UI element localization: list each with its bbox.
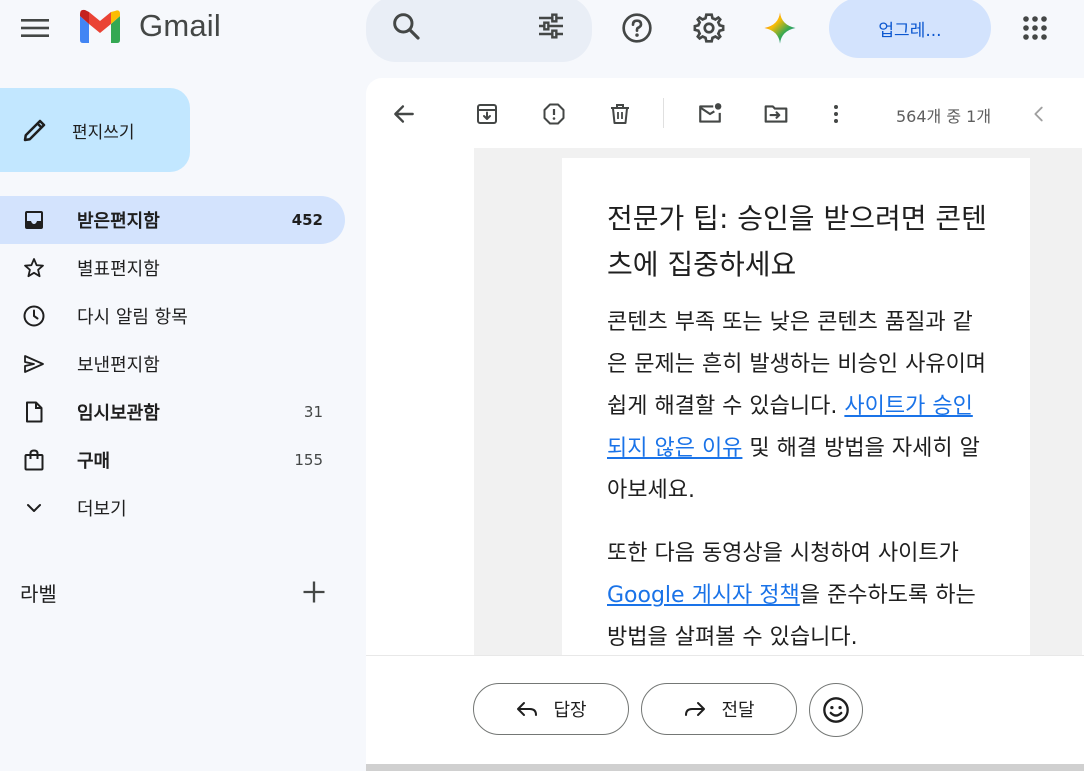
email-headline: 전문가 팁: 승인을 받으려면 콘텐츠에 집중하세요 [607,202,987,281]
sidebar-item-snoozed[interactable]: 다시 알림 항목 [0,292,345,340]
paragraph-text: 또한 다음 동영상을 시청하여 사이트가 [607,541,959,566]
publisher-policy-link[interactable]: Google 게시자 정책 [607,583,800,608]
sidebar-item-label: 더보기 [77,499,127,520]
smiley-icon [823,697,849,723]
sidebar-item-purchases[interactable]: 구매 155 [0,436,345,484]
draft-icon [26,401,43,423]
upgrade-button[interactable]: 업그레... [829,0,991,58]
compose-button[interactable]: 편지쓰기 [0,88,190,172]
mark-unread-icon [699,103,722,123]
search-options-icon[interactable] [535,10,567,42]
apps-grid-icon [1023,16,1047,40]
move-to-button[interactable] [756,94,796,134]
labels-header: 라벨 [20,582,57,606]
trash-icon [611,104,629,124]
reply-icon [517,702,538,716]
sidebar-item-label: 임시보관함 [77,403,160,424]
more-actions-button[interactable] [816,94,856,134]
sidebar-item-label: 별표편지함 [77,259,160,280]
help-button[interactable] [615,6,659,50]
pagination-text: 564개 중 1개 [896,107,992,126]
top-bar: Gmail 업그레... [0,0,1084,62]
reply-button[interactable]: 답장 [473,683,629,735]
sidebar-item-inbox[interactable]: 받은편지함 452 [0,196,345,244]
reply-label: 답장 [553,700,587,721]
pencil-icon [23,119,46,142]
sidebar-item-starred[interactable]: 별표편지함 [0,244,345,292]
send-icon [24,355,44,373]
add-label-icon[interactable] [300,578,328,606]
sidebar-nav: 받은편지함 452 별표편지함 다시 알림 항목 보낸편지함 임시보관함 31 … [0,196,345,532]
clock-icon [23,305,45,327]
gemini-sparkle-icon [764,12,796,44]
sidebar-item-label: 다시 알림 항목 [77,307,188,328]
message-body: 전문가 팁: 승인을 받으려면 콘텐츠에 집중하세요 콘텐츠 부족 또는 낮은 … [366,148,1084,655]
sidebar-item-sent[interactable]: 보낸편지함 [0,340,345,388]
gmail-m-icon [80,9,120,43]
forward-icon [685,702,706,716]
back-button[interactable] [384,94,424,134]
horizontal-scrollbar[interactable] [366,764,1084,771]
compose-label: 편지쓰기 [72,122,135,143]
forward-label: 전달 [721,700,755,721]
hamburger-menu-icon [21,19,49,37]
sidebar-item-label: 보낸편지함 [77,355,160,376]
email-paragraph-1: 콘텐츠 부족 또는 낮은 콘텐츠 품질과 같은 문제는 흔히 발생하는 비승인 … [607,302,987,512]
delete-button[interactable] [600,94,640,134]
main-menu-button[interactable] [11,4,59,52]
star-icon [24,258,44,278]
gmail-logo-text: Gmail [139,8,221,43]
reply-actions: 답장 전달 [366,655,1084,771]
forward-button[interactable]: 전달 [641,683,797,735]
emoji-reaction-button[interactable] [809,683,863,737]
arrow-back-icon [394,105,414,123]
report-spam-button[interactable] [534,94,574,134]
report-icon [543,103,565,125]
sidebar-item-label: 받은편지함 [77,211,160,232]
sidebar-item-drafts[interactable]: 임시보관함 31 [0,388,345,436]
item-count: 31 [303,403,323,421]
search-icon[interactable] [390,10,422,42]
more-vert-icon [834,105,838,123]
settings-button[interactable] [687,6,731,50]
apps-button[interactable] [1013,6,1057,50]
inbox-icon [25,211,43,229]
gear-icon [693,13,725,43]
shopping-bag-icon [24,449,44,471]
help-icon [622,13,652,43]
chevron-down-icon [27,504,41,512]
email-paragraph-2: 또한 다음 동영상을 시청하여 사이트가 Google 게시자 정책을 준수하도… [607,533,987,659]
item-count: 155 [294,451,323,469]
unread-count: 452 [291,211,323,229]
sidebar-item-more[interactable]: 더보기 [0,484,345,532]
gmail-logo[interactable]: Gmail [77,8,221,44]
sidebar-item-label: 구매 [77,451,111,472]
chevron-left-icon [1034,106,1043,122]
move-to-folder-icon [764,105,788,123]
toolbar-divider [663,98,664,128]
newer-button[interactable] [1019,94,1059,134]
message-view: 564개 중 1개 전문가 팁: 승인을 받으려면 콘텐츠에 집중하세요 콘텐츠… [366,78,1084,771]
mark-unread-button[interactable] [690,94,730,134]
search-bar[interactable] [366,0,592,62]
gemini-button[interactable] [758,6,802,50]
archive-button[interactable] [467,94,507,134]
message-toolbar: 564개 중 1개 [366,78,1084,148]
archive-icon [477,104,497,124]
